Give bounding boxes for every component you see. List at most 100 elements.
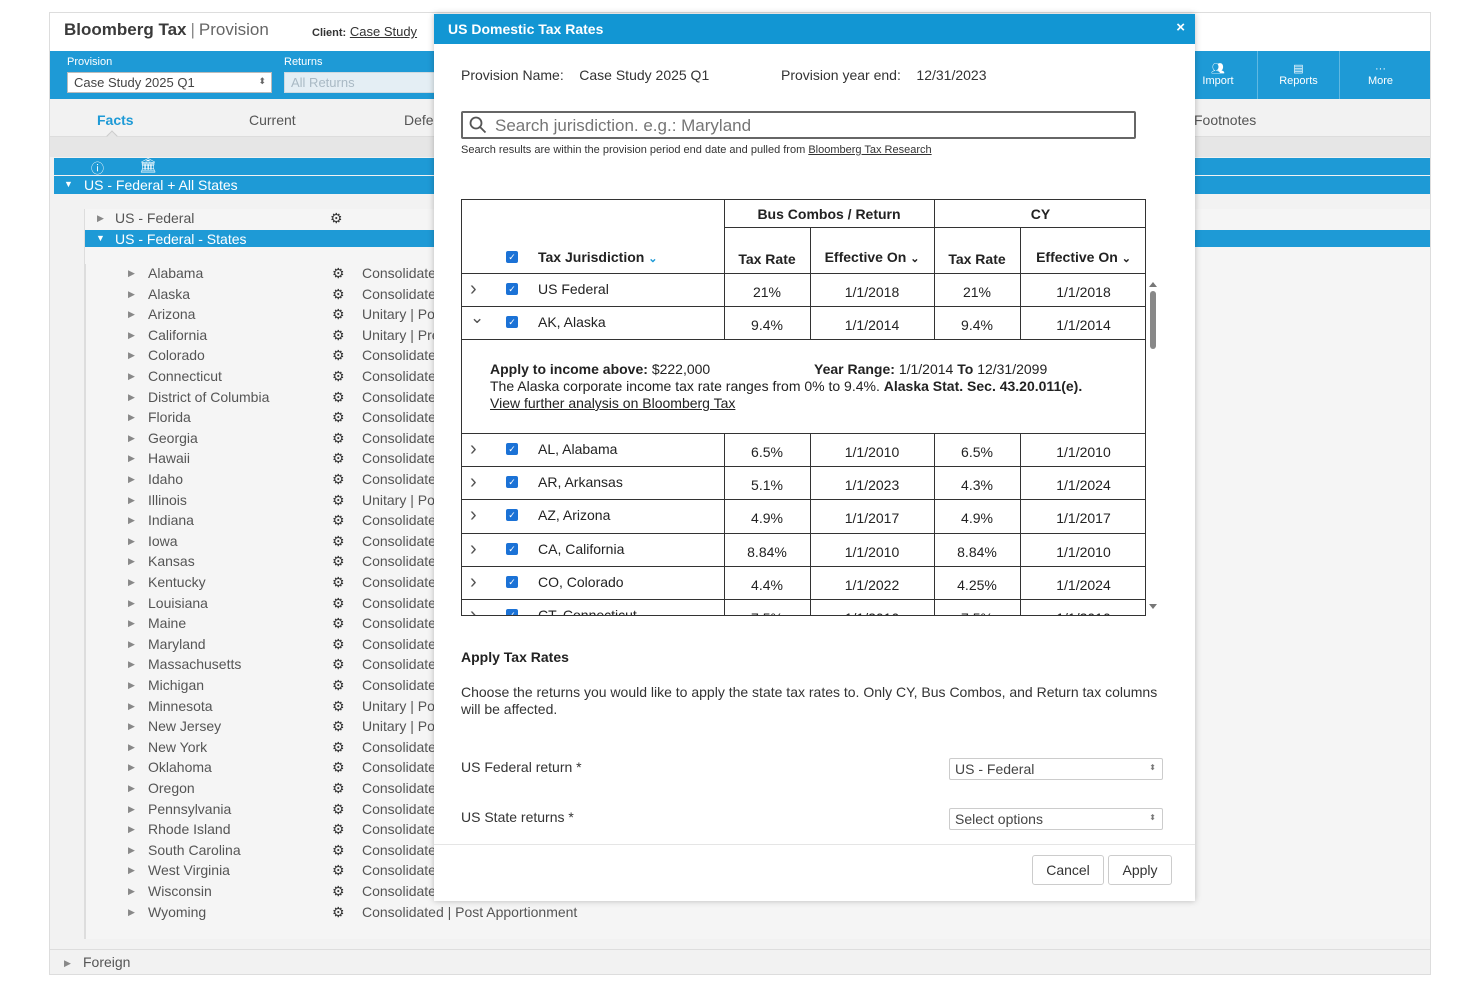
tree-item-state[interactable]: ▶ Arizona ⚙ Unitary | Pos xyxy=(86,305,486,325)
tree-item-state[interactable]: ▶ Connecticut ⚙ Consolidate xyxy=(86,367,486,387)
tree-item-state[interactable]: ▶ Alaska ⚙ Consolidate xyxy=(86,285,486,305)
gear-icon[interactable]: ⚙ xyxy=(332,450,345,467)
gear-icon[interactable]: ⚙ xyxy=(332,553,345,570)
chevron-right-icon[interactable]: › xyxy=(470,438,477,461)
row-checkbox[interactable]: ✓ xyxy=(506,609,518,615)
row-checkbox[interactable]: ✓ xyxy=(506,509,518,521)
close-icon[interactable]: × xyxy=(1176,19,1185,36)
col-bus-effective-on[interactable]: Effective On ⌄ xyxy=(810,249,934,265)
tab-facts[interactable]: Facts xyxy=(97,112,134,128)
tree-item-state[interactable]: ▶ Oregon ⚙ Consolidate xyxy=(86,779,486,799)
tree-item-state[interactable]: ▶ District of Columbia ⚙ Consolidate xyxy=(86,388,486,408)
chevron-right-icon[interactable]: › xyxy=(470,538,477,561)
gear-icon[interactable]: ⚙ xyxy=(332,306,345,323)
gear-icon[interactable]: ⚙ xyxy=(332,842,345,859)
select-all-checkbox[interactable]: ✓ xyxy=(506,251,518,263)
gear-icon[interactable]: ⚙ xyxy=(332,615,345,632)
gear-icon[interactable]: ⚙ xyxy=(332,698,345,715)
tab-current[interactable]: Current xyxy=(249,112,296,128)
gear-icon[interactable]: ⚙ xyxy=(330,210,343,227)
bank-icon[interactable]: 🏛︎ xyxy=(139,157,157,174)
tree-item-state[interactable]: ▶ Colorado ⚙ Consolidate xyxy=(86,346,486,366)
tree-item-state[interactable]: ▶ New York ⚙ Consolidate xyxy=(86,738,486,758)
table-row[interactable]: › ✓ AL, Alabama 6.5% 1/1/2010 6.5% 1/1/2010 xyxy=(462,433,1145,466)
tree-item-state[interactable]: ▶ California ⚙ Unitary | Pre xyxy=(86,326,486,346)
client-link[interactable]: Case Study xyxy=(350,24,417,39)
search-input[interactable] xyxy=(495,115,1115,137)
tree-item-state[interactable]: ▶ Kansas ⚙ Consolidate xyxy=(86,552,486,572)
research-link[interactable]: Bloomberg Tax Research xyxy=(808,144,931,156)
table-row[interactable]: › ✓ AR, Arkansas 5.1% 1/1/2023 4.3% 1/1/2024 xyxy=(462,466,1145,499)
gear-icon[interactable]: ⚙ xyxy=(332,821,345,838)
row-checkbox[interactable]: ✓ xyxy=(506,443,518,455)
federal-return-select[interactable]: US - Federal ⬍ xyxy=(949,758,1163,780)
chevron-down-icon[interactable]: ⌄ xyxy=(470,308,484,328)
tree-item-state[interactable]: ▶ Massachusetts ⚙ Consolidate xyxy=(86,655,486,675)
apply-button[interactable]: Apply xyxy=(1108,855,1172,885)
gear-icon[interactable]: ⚙ xyxy=(332,780,345,797)
row-checkbox[interactable]: ✓ xyxy=(506,576,518,588)
gear-icon[interactable]: ⚙ xyxy=(332,430,345,447)
gear-icon[interactable]: ⚙ xyxy=(332,409,345,426)
more-button[interactable]: ··· More xyxy=(1339,51,1421,99)
reports-button[interactable]: ▤ Reports xyxy=(1257,51,1339,99)
table-row[interactable]: ⌄ ✓ AK, Alaska 9.4% 1/1/2014 9.4% 1/1/2014 xyxy=(462,306,1145,339)
gear-icon[interactable]: ⚙ xyxy=(332,656,345,673)
tree-item-state[interactable]: ▶ Wisconsin ⚙ Consolidate xyxy=(86,882,486,902)
returns-select[interactable]: All Returns xyxy=(284,72,444,93)
tree-item-state[interactable]: ▶ Georgia ⚙ Consolidate xyxy=(86,429,486,449)
gear-icon[interactable]: ⚙ xyxy=(332,265,345,282)
gear-icon[interactable]: ⚙ xyxy=(332,759,345,776)
chevron-right-icon[interactable]: › xyxy=(470,504,477,527)
tab-deferred[interactable]: Defe xyxy=(404,112,434,128)
tree-item-state[interactable]: ▶ Minnesota ⚙ Unitary | Pos xyxy=(86,697,486,717)
row-checkbox[interactable]: ✓ xyxy=(506,543,518,555)
tree-item-state[interactable]: ▶ Oklahoma ⚙ Consolidate xyxy=(86,758,486,778)
tree-item-state[interactable]: ▶ New Jersey ⚙ Unitary | Pos xyxy=(86,717,486,737)
row-checkbox[interactable]: ✓ xyxy=(506,476,518,488)
table-row[interactable]: › ✓ CO, Colorado 4.4% 1/1/2022 4.25% 1/1/2024 xyxy=(462,566,1145,599)
gear-icon[interactable]: ⚙ xyxy=(332,368,345,385)
gear-icon[interactable]: ⚙ xyxy=(332,862,345,879)
table-row[interactable]: › ✓ US Federal 21% 1/1/2018 21% 1/1/2018 xyxy=(462,273,1145,306)
gear-icon[interactable]: ⚙ xyxy=(332,471,345,488)
gear-icon[interactable]: ⚙ xyxy=(332,718,345,735)
state-returns-select[interactable]: Select options ⬍ xyxy=(949,808,1163,830)
gear-icon[interactable]: ⚙ xyxy=(332,574,345,591)
gear-icon[interactable]: ⚙ xyxy=(332,512,345,529)
row-checkbox[interactable]: ✓ xyxy=(506,316,518,328)
tree-item-state[interactable]: ▶ Maine ⚙ Consolidate xyxy=(86,614,486,634)
tree-item-state[interactable]: ▶ Florida ⚙ Consolidate xyxy=(86,408,486,428)
gear-icon[interactable]: ⚙ xyxy=(332,327,345,344)
row-checkbox[interactable]: ✓ xyxy=(506,283,518,295)
tree-item-state[interactable]: ▶ Iowa ⚙ Consolidate xyxy=(86,532,486,552)
gear-icon[interactable]: ⚙ xyxy=(332,739,345,756)
gear-icon[interactable]: ⚙ xyxy=(332,533,345,550)
gear-icon[interactable]: ⚙ xyxy=(332,883,345,900)
gear-icon[interactable]: ⚙ xyxy=(332,492,345,509)
jurisdiction-search[interactable] xyxy=(461,111,1136,139)
tree-item-state[interactable]: ▶ Rhode Island ⚙ Consolidate xyxy=(86,820,486,840)
table-scrollbar[interactable] xyxy=(1148,281,1158,611)
cancel-button[interactable]: Cancel xyxy=(1032,855,1104,885)
tree-item-state[interactable]: ▶ Idaho ⚙ Consolidate xyxy=(86,470,486,490)
tree-item-foreign[interactable]: ▶ Foreign xyxy=(50,949,1430,974)
tree-item-federal[interactable]: ▶ US - Federal ⚙ xyxy=(85,209,485,229)
gear-icon[interactable]: ⚙ xyxy=(332,801,345,818)
gear-icon[interactable]: ⚙ xyxy=(332,677,345,694)
gear-icon[interactable]: ⚙ xyxy=(332,389,345,406)
tree-item-state[interactable]: ▶ Michigan ⚙ Consolidate xyxy=(86,676,486,696)
tree-item-state[interactable]: ▶ Wyoming ⚙ Consolidated | Post Apportionme… xyxy=(86,903,577,923)
tree-item-state[interactable]: ▶ South Carolina ⚙ Consolidate xyxy=(86,841,486,861)
tree-item-state[interactable]: ▶ Alabama ⚙ Consolidate xyxy=(86,264,486,284)
tree-item-state[interactable]: ▶ Indiana ⚙ Consolidate xyxy=(86,511,486,531)
tree-item-state[interactable]: ▶ Maryland ⚙ Consolidate xyxy=(86,635,486,655)
gear-icon[interactable]: ⚙ xyxy=(332,636,345,653)
table-row[interactable]: › ✓ AZ, Arizona 4.9% 1/1/2017 4.9% 1/1/2017 xyxy=(462,499,1145,533)
chevron-right-icon[interactable]: › xyxy=(470,471,477,494)
chevron-right-icon[interactable]: › xyxy=(470,278,477,301)
chevron-right-icon[interactable]: › xyxy=(470,604,477,615)
table-row[interactable]: ›✓CT, Connecticut7.5%1/1/20107.5%1/1/201… xyxy=(462,599,1145,615)
further-analysis-link[interactable]: View further analysis on Bloomberg Tax xyxy=(490,395,735,411)
tree-item-state[interactable]: ▶ Pennsylvania ⚙ Consolidate xyxy=(86,800,486,820)
